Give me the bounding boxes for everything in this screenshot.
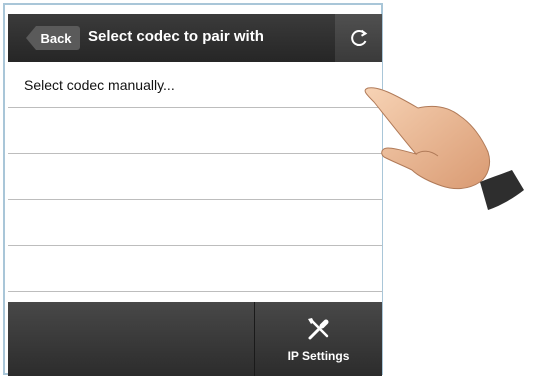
ip-settings-button[interactable]: IP Settings xyxy=(255,302,382,376)
refresh-button[interactable] xyxy=(335,14,382,62)
codec-list: Select codec manually... xyxy=(8,62,382,302)
list-item[interactable] xyxy=(8,200,382,246)
top-bar: Back Select codec to pair with xyxy=(8,14,382,62)
list-item[interactable] xyxy=(8,154,382,200)
list-item[interactable]: Select codec manually... xyxy=(8,62,382,108)
back-button[interactable]: Back xyxy=(26,26,80,50)
list-item-label: Select codec manually... xyxy=(24,76,175,93)
list-item[interactable] xyxy=(8,108,382,154)
pointing-hand-icon xyxy=(364,87,524,210)
page-title: Select codec to pair with xyxy=(88,28,264,45)
bottom-bar: IP Settings xyxy=(8,302,382,376)
refresh-icon xyxy=(350,29,367,47)
ip-settings-label: IP Settings xyxy=(287,349,350,363)
list-item[interactable] xyxy=(8,246,382,292)
tools-icon xyxy=(307,318,328,340)
bottom-bar-empty-slot xyxy=(8,302,255,376)
